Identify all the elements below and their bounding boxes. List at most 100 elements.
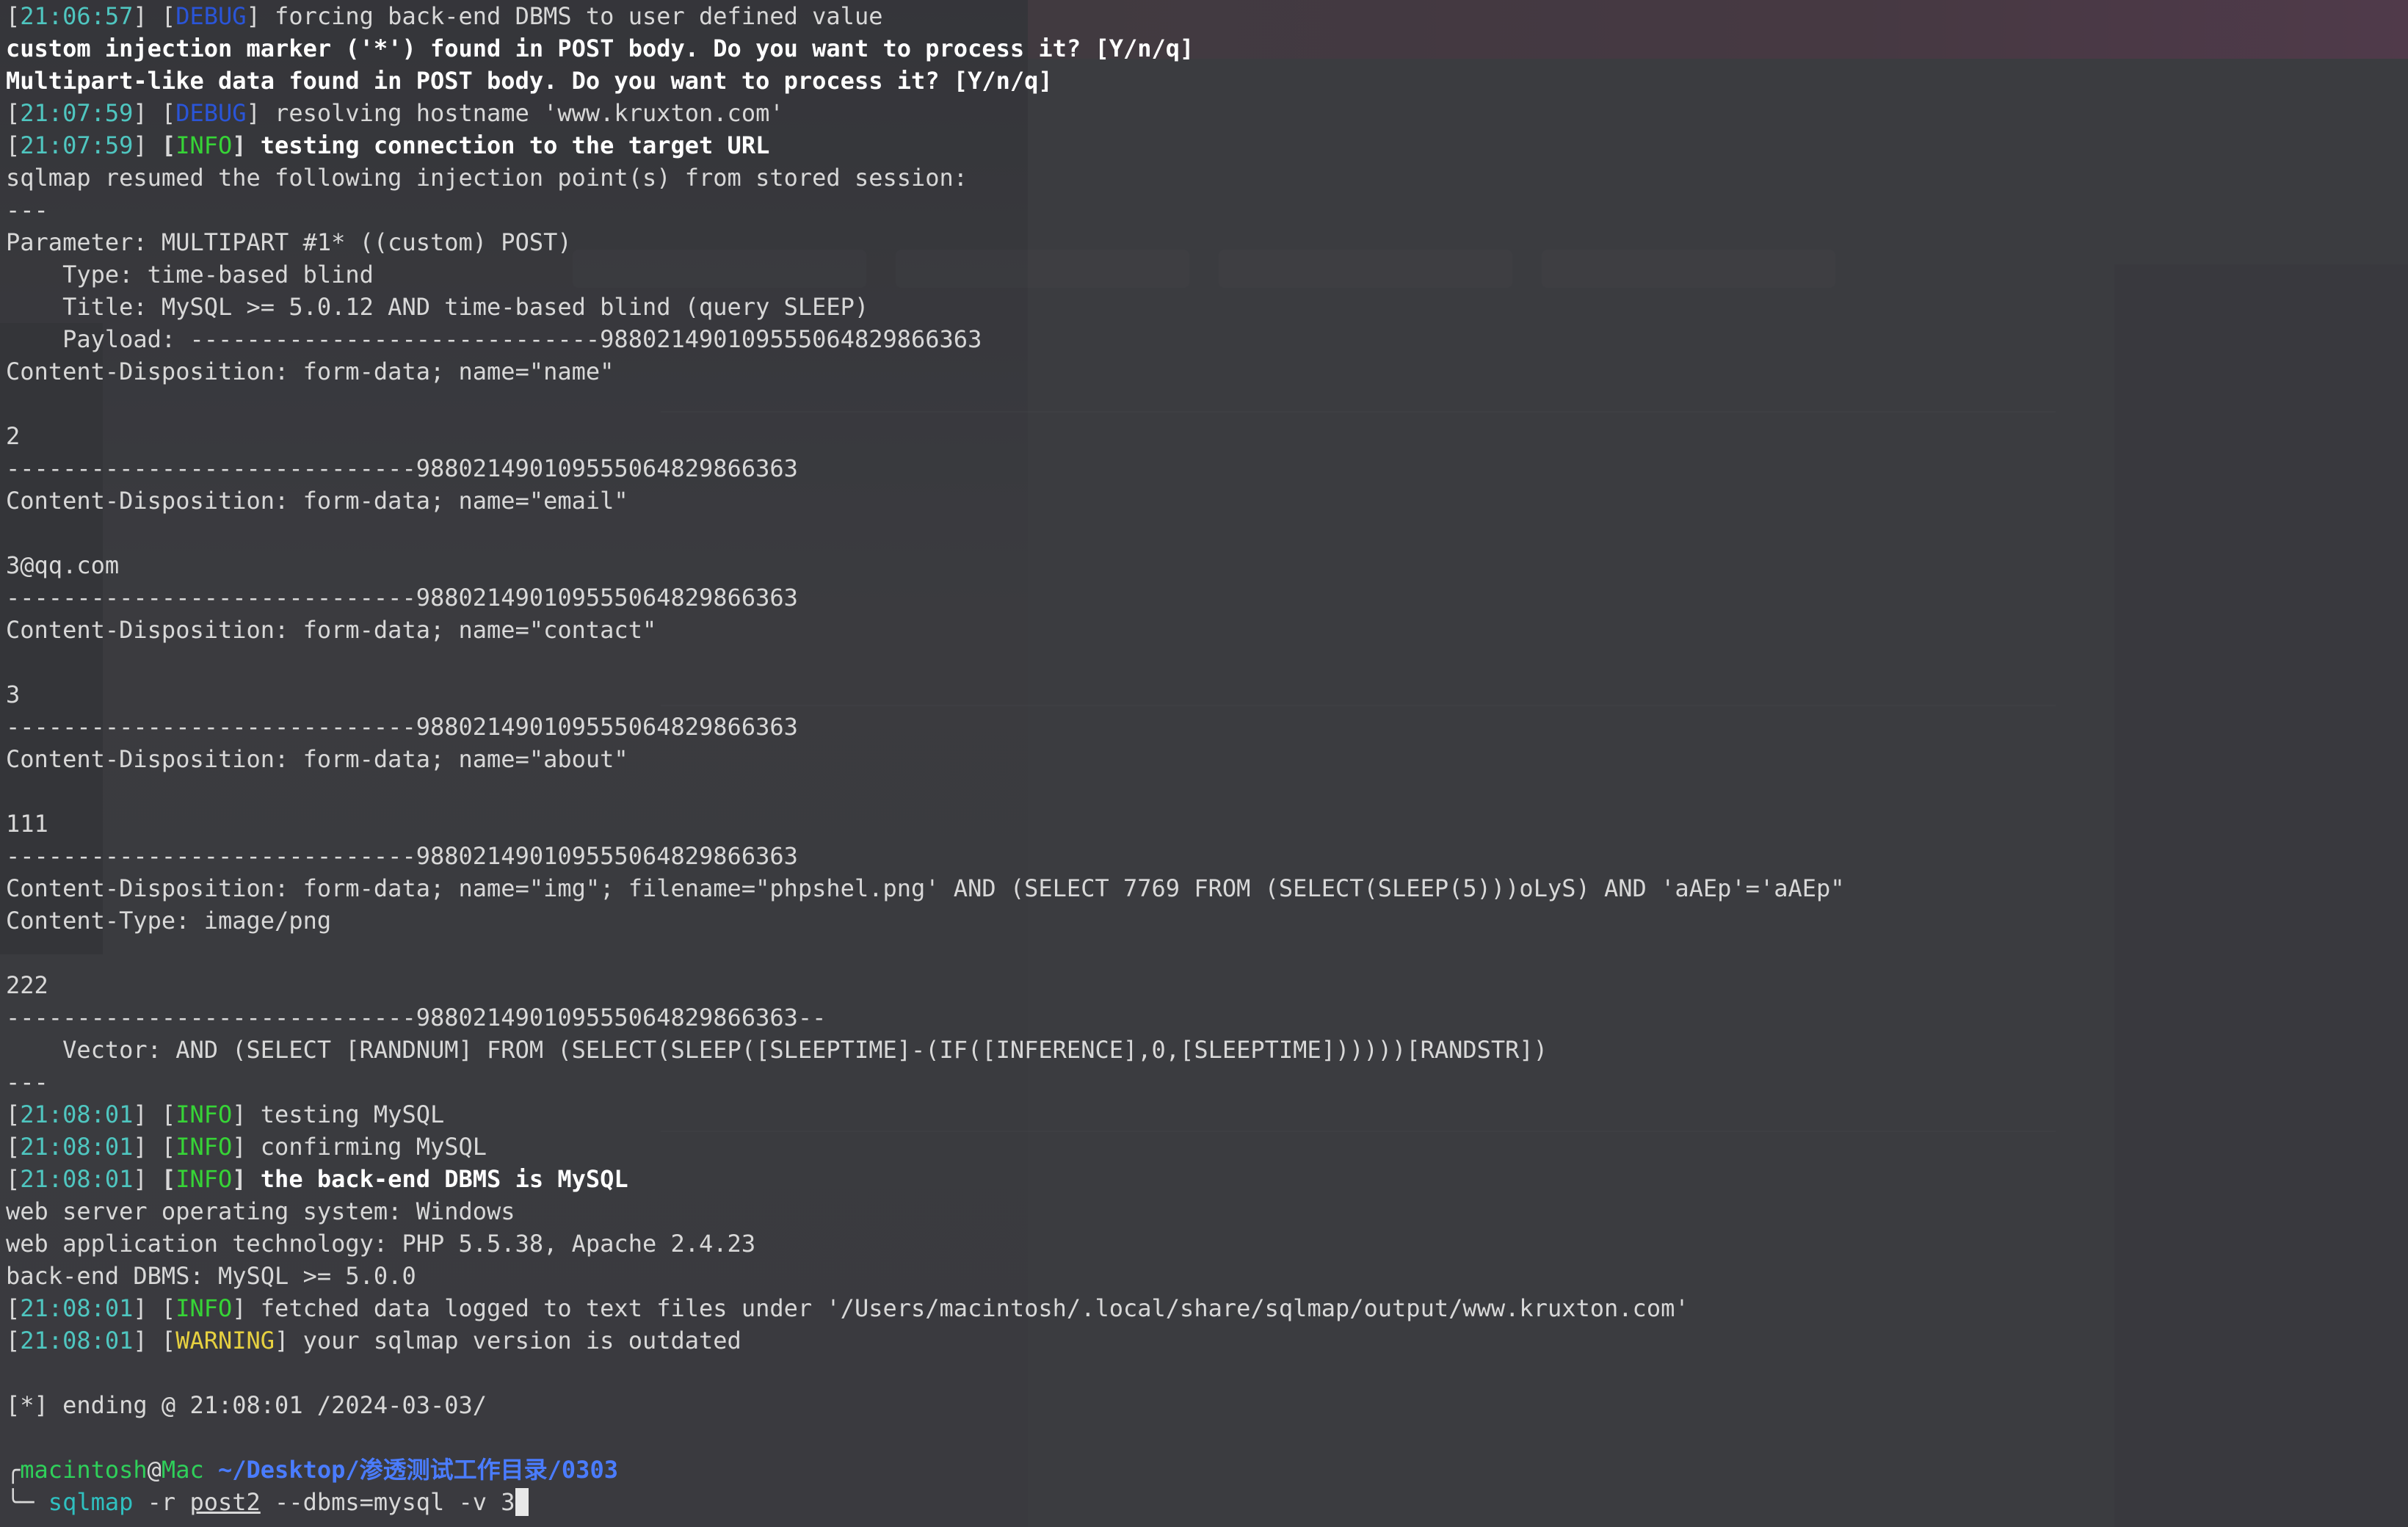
output-text: Content-Disposition: form-data; name="co… — [6, 616, 657, 644]
terminal-window[interactable]: [21:06:57] [DEBUG] forcing back-end DBMS… — [0, 0, 2408, 1527]
output-text: Content-Disposition: form-data; name="na… — [6, 358, 614, 385]
output-text: 3 — [6, 681, 21, 708]
log-level-info: INFO — [175, 1294, 233, 1322]
bracket: ] — [246, 99, 261, 127]
command-input-line[interactable]: ╰─ sqlmap -r post2 --dbms=mysql -v 3 — [6, 1486, 2408, 1518]
output-text: 3@qq.com — [6, 551, 120, 579]
terminal-line: [21:08:01] [WARNING] your sqlmap version… — [6, 1324, 2408, 1357]
terminal-line: -----------------------------98802149010… — [6, 452, 2408, 485]
output-text: 2 — [6, 422, 21, 450]
log-message: forcing back-end DBMS to user defined va… — [260, 2, 883, 30]
output-text: -----------------------------98802149010… — [6, 454, 798, 482]
terminal-line: 2 — [6, 420, 2408, 452]
log-level-debug: DEBUG — [175, 2, 247, 30]
bracket: [ — [161, 1165, 176, 1193]
terminal-line: [21:06:57] [DEBUG] forcing back-end DBMS… — [6, 0, 2408, 32]
log-level-info: INFO — [175, 1133, 233, 1161]
terminal-line: sqlmap resumed the following injection p… — [6, 162, 2408, 194]
bracket: ] — [133, 1133, 162, 1161]
bracket: ] — [275, 1327, 289, 1354]
terminal-line: web application technology: PHP 5.5.38, … — [6, 1227, 2408, 1260]
terminal-line: Parameter: MULTIPART #1* ((custom) POST) — [6, 226, 2408, 258]
log-message: fetched data logged to text files under … — [246, 1294, 1689, 1322]
bracket: [ — [161, 1294, 176, 1322]
terminal-line: -----------------------------98802149010… — [6, 711, 2408, 743]
terminal-line: [21:08:01] [INFO] fetched data logged to… — [6, 1292, 2408, 1324]
bracket: ] — [232, 1100, 247, 1128]
terminal-line: Multipart-like data found in POST body. … — [6, 65, 2408, 97]
output-text: Parameter: MULTIPART #1* ((custom) POST) — [6, 228, 572, 256]
terminal-line: Content-Disposition: form-data; name="im… — [6, 872, 2408, 904]
output-text: Type: time-based blind — [6, 261, 374, 289]
log-timestamp: 21:08:01 — [20, 1133, 134, 1161]
log-level-debug: DEBUG — [175, 99, 247, 127]
log-timestamp: 21:06:57 — [20, 2, 134, 30]
prompt-at: @ — [147, 1456, 162, 1484]
log-message: confirming MySQL — [246, 1133, 487, 1161]
terminal-line: -----------------------------98802149010… — [6, 840, 2408, 872]
prompt-host: Mac — [161, 1456, 204, 1484]
log-message: your sqlmap version is outdated — [289, 1327, 741, 1354]
prompt-question: Multipart-like data found in POST body. … — [6, 67, 1053, 95]
bracket: [ — [6, 1133, 21, 1161]
bracket: [ — [6, 131, 21, 159]
bracket: ] — [133, 131, 162, 159]
bracket: ] — [133, 99, 162, 127]
output-text: -----------------------------98802149010… — [6, 713, 798, 741]
output-text: -----------------------------98802149010… — [6, 1004, 827, 1031]
log-level-info: INFO — [175, 1100, 233, 1128]
output-text: 222 — [6, 971, 48, 999]
terminal-line: --- — [6, 194, 2408, 226]
log-level-warning: WARNING — [175, 1327, 275, 1354]
terminal-line: back-end DBMS: MySQL >= 5.0.0 — [6, 1260, 2408, 1292]
output-text: --- — [6, 1068, 48, 1096]
bracket: [ — [6, 1294, 21, 1322]
output-text: web server operating system: Windows — [6, 1197, 515, 1225]
prompt-corner-bottom: ╰─ — [6, 1488, 48, 1516]
bracket: ] — [133, 1100, 162, 1128]
bracket: [ — [161, 1133, 176, 1161]
log-timestamp: 21:07:59 — [20, 99, 134, 127]
bracket: [ — [161, 99, 176, 127]
output-text: Content-Disposition: form-data; name="im… — [6, 874, 1845, 902]
bracket: ] — [232, 1133, 247, 1161]
bracket: ] — [133, 2, 162, 30]
prompt-user: macintosh — [20, 1456, 148, 1484]
log-level-info: INFO — [175, 131, 233, 159]
text-cursor — [515, 1488, 529, 1516]
log-timestamp: 21:07:59 — [20, 131, 134, 159]
bracket: ] — [232, 131, 247, 159]
output-text: 111 — [6, 810, 48, 838]
output-text: -----------------------------98802149010… — [6, 842, 798, 870]
terminal-line: -----------------------------98802149010… — [6, 1001, 2408, 1034]
prompt-question: custom injection marker ('*') found in P… — [6, 35, 1194, 62]
terminal-line: 111 — [6, 808, 2408, 840]
terminal-line: Payload: -----------------------------98… — [6, 323, 2408, 355]
prompt-line: ╭macintosh@Mac ~/Desktop/渗透测试工作目录/0303 — [6, 1454, 2408, 1486]
terminal-line: custom injection marker ('*') found in P… — [6, 32, 2408, 65]
terminal-line: 3@qq.com — [6, 549, 2408, 581]
terminal-line: Content-Disposition: form-data; name="ab… — [6, 743, 2408, 775]
log-message: testing connection to the target URL — [246, 131, 770, 159]
output-text: --- — [6, 196, 48, 224]
prompt-corner-top: ╭ — [6, 1456, 21, 1484]
terminal-line: Content-Disposition: form-data; name="co… — [6, 614, 2408, 646]
bracket: [ — [6, 99, 21, 127]
output-text: Title: MySQL >= 5.0.12 AND time-based bl… — [6, 293, 869, 321]
terminal-line: --- — [6, 1066, 2408, 1098]
bracket: ] — [232, 1294, 247, 1322]
terminal-line: [21:07:59] [INFO] testing connection to … — [6, 129, 2408, 162]
terminal-line: Vector: AND (SELECT [RANDNUM] FROM (SELE… — [6, 1034, 2408, 1066]
bracket: ] — [232, 1165, 247, 1193]
terminal-line: [21:08:01] [INFO] confirming MySQL — [6, 1131, 2408, 1163]
bracket: [ — [161, 1100, 176, 1128]
output-text: back-end DBMS: MySQL >= 5.0.0 — [6, 1262, 416, 1290]
terminal-line: [21:08:01] [INFO] testing MySQL — [6, 1098, 2408, 1131]
output-text: web application technology: PHP 5.5.38, … — [6, 1230, 756, 1258]
bracket: ] — [133, 1327, 162, 1354]
